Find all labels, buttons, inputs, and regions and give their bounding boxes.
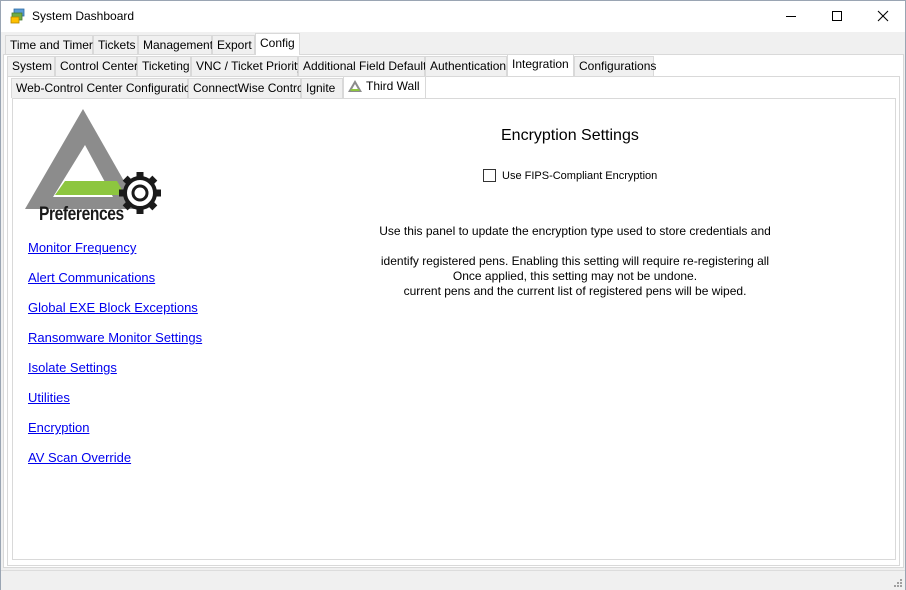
tab-label: System <box>12 59 53 73</box>
tab-vnc-ticket-priority[interactable]: VNC / Ticket Priority <box>191 56 303 76</box>
section-heading: Encryption Settings <box>501 127 639 144</box>
tab-tickets[interactable]: Tickets <box>93 35 138 55</box>
tab-label: Authentication <box>430 59 507 73</box>
tab-additional-field-defaults[interactable]: Additional Field Defaults <box>298 56 432 76</box>
tab-control-center[interactable]: Control Center <box>55 56 139 76</box>
description-line: identify registered pens. Enabling this … <box>380 254 770 268</box>
logo-label: Preferences <box>39 204 124 225</box>
tab-management[interactable]: Management <box>138 35 214 55</box>
tab-system[interactable]: System <box>7 56 55 76</box>
tab-label: VNC / Ticket Priority <box>196 59 304 73</box>
resize-grip-icon[interactable] <box>892 577 902 587</box>
link-ransomware-monitor-settings[interactable]: Ransomware Monitor Settings <box>28 330 202 360</box>
fips-checkbox[interactable] <box>483 169 496 182</box>
irreversible-note: Once applied, this setting may not be un… <box>452 269 698 283</box>
link-av-scan-override[interactable]: AV Scan Override <box>28 450 202 480</box>
tab-connectwise-control[interactable]: ConnectWise Control <box>188 78 306 98</box>
tab-label: Ticketing <box>142 59 190 73</box>
tab-label: ConnectWise Control <box>193 81 307 95</box>
tab-config[interactable]: Config <box>255 33 300 55</box>
app-window: System Dashboard Time and Timers Tickets… <box>0 0 906 590</box>
description-line: current pens and the current list of reg… <box>403 284 747 298</box>
config-tab-row: System Control Center Ticketing VNC / Ti… <box>1 54 905 76</box>
tab-label: Configurations <box>579 59 657 73</box>
tab-label: Tickets <box>98 38 136 52</box>
app-icon <box>10 8 25 24</box>
tab-integration[interactable]: Integration <box>507 54 574 76</box>
title-bar: System Dashboard <box>1 1 905 32</box>
tab-label: Config <box>260 36 295 50</box>
minimize-icon <box>786 16 796 17</box>
tab-label: Web-Control Center Configuration <box>16 81 198 95</box>
minimize-button[interactable] <box>768 1 814 31</box>
tab-configurations[interactable]: Configurations <box>574 56 657 76</box>
encryption-description: Use this panel to update the encryption … <box>365 209 785 314</box>
preferences-nav: Monitor Frequency Alert Communications G… <box>28 240 202 480</box>
tab-third-wall[interactable]: Third Wall <box>343 76 426 98</box>
close-icon <box>877 10 889 22</box>
tab-export[interactable]: Export <box>212 35 255 55</box>
fips-checkbox-row[interactable]: Use FIPS-Compliant Encryption <box>483 169 657 182</box>
maximize-button[interactable] <box>814 1 860 31</box>
tab-authentication[interactable]: Authentication <box>425 56 507 76</box>
gear-icon <box>119 172 161 214</box>
tab-ticketing[interactable]: Ticketing <box>137 56 191 76</box>
link-alert-communications[interactable]: Alert Communications <box>28 270 202 300</box>
description-line: Use this panel to update the encryption … <box>379 224 771 238</box>
link-global-exe-block-exceptions[interactable]: Global EXE Block Exceptions <box>28 300 202 330</box>
window-title: System Dashboard <box>32 9 135 23</box>
link-monitor-frequency[interactable]: Monitor Frequency <box>28 240 202 270</box>
close-button[interactable] <box>860 1 906 31</box>
tab-label: Third Wall <box>366 79 420 93</box>
tab-label: Time and Timers <box>10 38 99 52</box>
link-utilities[interactable]: Utilities <box>28 390 202 420</box>
tab-ignite[interactable]: Ignite <box>301 78 343 98</box>
tab-label: Integration <box>512 57 569 71</box>
tab-label: Additional Field Defaults <box>303 59 433 73</box>
third-wall-panel: Preferences Monitor Frequency Alert Comm… <box>12 98 896 560</box>
tab-label: Ignite <box>306 81 336 95</box>
tab-label: Management <box>143 38 214 52</box>
third-wall-icon <box>348 80 362 92</box>
main-tab-row: Time and Timers Tickets Management Expor… <box>1 33 905 55</box>
tab-label: Control Center <box>60 59 139 73</box>
tab-time-and-timers[interactable]: Time and Timers <box>5 35 99 55</box>
tab-label: Export <box>217 38 252 52</box>
link-isolate-settings[interactable]: Isolate Settings <box>28 360 202 390</box>
status-bar <box>1 570 905 590</box>
tab-web-control-center-configuration[interactable]: Web-Control Center Configuration <box>11 78 197 98</box>
integration-tab-row: Web-Control Center Configuration Connect… <box>1 76 905 98</box>
maximize-icon <box>832 11 842 21</box>
link-encryption[interactable]: Encryption <box>28 420 202 450</box>
fips-checkbox-label[interactable]: Use FIPS-Compliant Encryption <box>502 170 657 182</box>
